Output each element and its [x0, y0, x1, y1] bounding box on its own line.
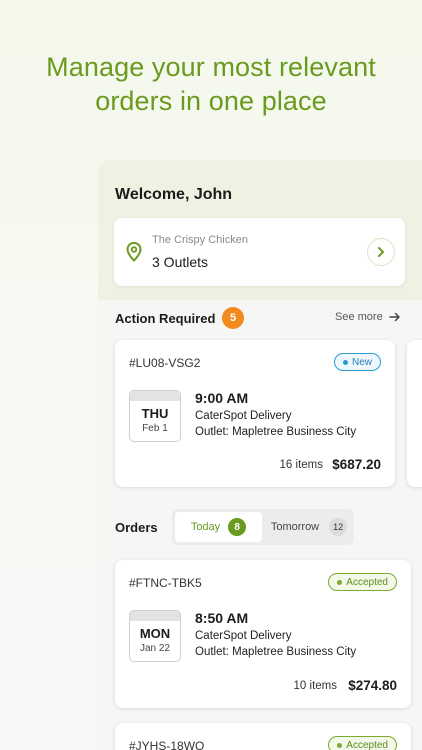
tab-tomorrow-label: Tomorrow: [270, 521, 320, 533]
headline-line-1: Manage your most relevant: [46, 52, 376, 82]
tab-tomorrow-count: 12: [329, 518, 348, 536]
outlet-count: 3 Outlets: [152, 254, 209, 270]
delivery-time: 9:00 AM: [195, 390, 249, 406]
status-badge-accepted: Accepted: [328, 736, 397, 750]
outlet-selector[interactable]: The Crispy Chicken 3 Outlets: [114, 218, 405, 286]
action-required-count: 5: [222, 307, 244, 329]
location-pin-icon: [126, 241, 142, 267]
status-dot: [337, 742, 343, 748]
app-screen: Welcome, John The Crispy Chicken 3 Outle…: [98, 160, 422, 750]
order-card[interactable]: #FTNC-TBK5 Accepted MON Jan 22 8:50 AM C…: [115, 560, 411, 708]
delivery-service: CaterSpot Delivery: [195, 410, 292, 422]
status-dot: [337, 579, 343, 585]
order-price: $687.20: [332, 457, 381, 472]
action-order-card[interactable]: #LU08-VSG2 New THU Feb 1 9:00 AM CaterSp…: [115, 340, 395, 487]
orders-title: Orders: [115, 520, 158, 535]
tab-today[interactable]: Today 8: [175, 512, 262, 542]
headline: Manage your most relevant orders in one …: [0, 50, 422, 118]
status-badge-accepted: Accepted: [328, 573, 397, 591]
restaurant-name: The Crispy Chicken: [152, 234, 248, 246]
welcome-title: Welcome, John: [115, 186, 233, 203]
day-of-week: THU: [141, 406, 169, 421]
day-of-week: MON: [139, 626, 171, 641]
chevron-right-icon: [378, 247, 384, 257]
delivery-time: 8:50 AM: [195, 610, 249, 626]
status-badge-new: New: [333, 353, 381, 371]
item-count: 16 items: [279, 459, 323, 471]
order-id: #LU08-VSG2: [129, 356, 201, 370]
outlet-chevron-button[interactable]: [367, 238, 395, 266]
calendar-date-icon: THU Feb 1: [129, 390, 181, 442]
headline-line-2: orders in one place: [95, 86, 327, 116]
date-label: Feb 1: [142, 423, 168, 434]
status-dot: [342, 359, 348, 365]
tab-tomorrow[interactable]: Tomorrow 12: [267, 512, 351, 542]
tab-today-count: 8: [228, 518, 247, 536]
action-required-title: Action Required: [115, 311, 216, 326]
date-label: Jan 22: [139, 643, 171, 654]
tab-today-label: Today: [190, 521, 221, 533]
status-label: New: [351, 356, 372, 368]
order-id: #FTNC-TBK5: [129, 576, 202, 590]
order-id: #JYHS-18WQ: [129, 739, 205, 750]
calendar-date-icon: MON Jan 22: [129, 610, 181, 662]
outlet-label: Outlet: Mapletree Business City: [195, 426, 357, 438]
item-count: 10 items: [293, 680, 337, 692]
next-action-card-peek[interactable]: [407, 340, 422, 487]
status-label: Accepted: [346, 576, 388, 588]
status-label: Accepted: [346, 739, 388, 750]
see-more-label: See more: [335, 311, 383, 323]
order-price: $274.80: [348, 678, 397, 693]
see-more-link[interactable]: See more: [335, 311, 401, 323]
order-card[interactable]: #JYHS-18WQ Accepted: [115, 723, 411, 750]
arrow-right-icon: [388, 312, 400, 322]
orders-tabs: Today 8 Tomorrow 12: [172, 509, 354, 545]
outlet-label: Outlet: Mapletree Business City: [195, 646, 357, 658]
delivery-service: CaterSpot Delivery: [195, 630, 292, 642]
